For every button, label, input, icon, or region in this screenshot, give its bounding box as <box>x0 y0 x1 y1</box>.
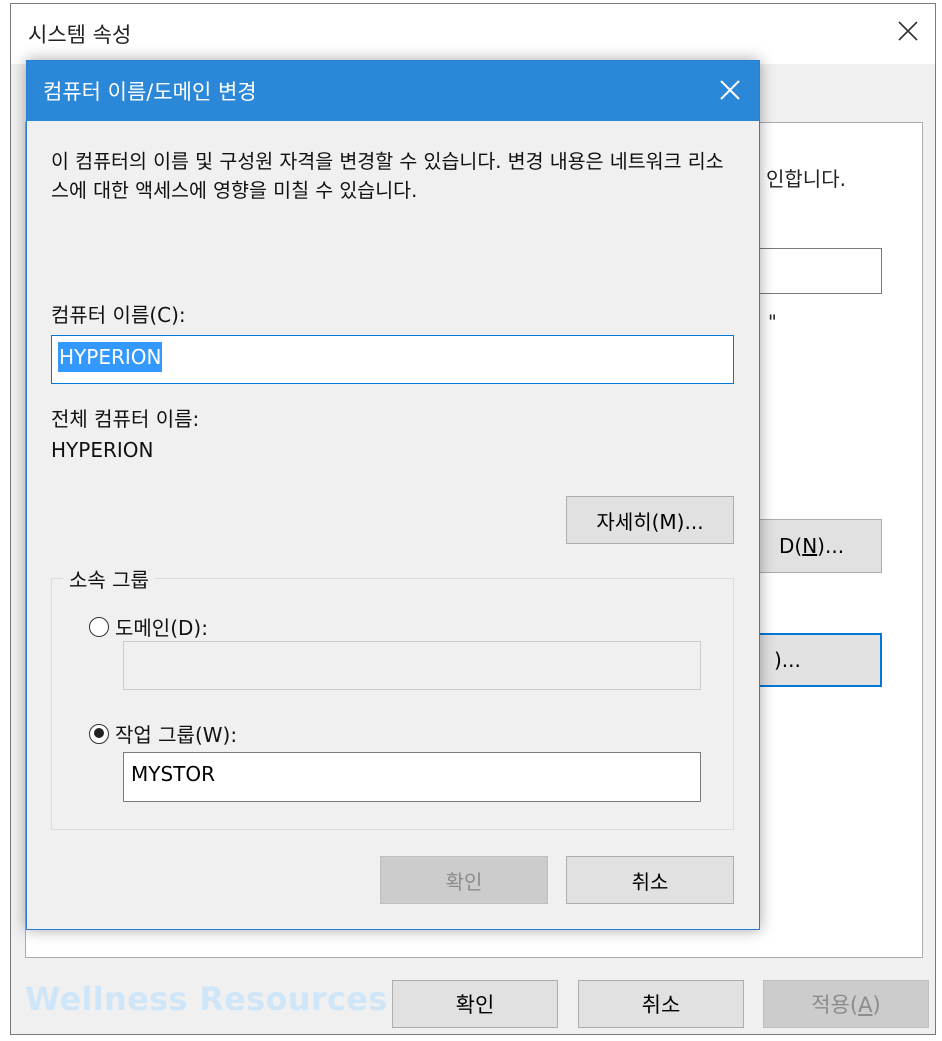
system-properties-title: 시스템 속성 <box>28 23 132 47</box>
dialog-description: 이 컴퓨터의 이름 및 구성원 자격을 변경할 수 있습니다. 변경 내용은 네… <box>51 150 724 202</box>
more-details-button[interactable]: 자세히(M)... <box>566 496 734 544</box>
close-icon[interactable] <box>717 77 743 103</box>
dialog-cancel-button[interactable]: 취소 <box>566 856 734 904</box>
example-text-fragment: " <box>768 311 777 333</box>
member-of-label: 소속 그룹 <box>63 564 155 593</box>
watermark-text: Wellness Resources <box>25 980 388 1018</box>
full-computer-name-value: HYPERION <box>51 438 154 462</box>
workgroup-radio-button[interactable] <box>89 723 109 744</box>
domain-input <box>123 641 701 690</box>
system-apply-button[interactable]: 적용(A) <box>763 980 929 1028</box>
workgroup-input[interactable]: MYSTOR <box>123 752 701 802</box>
domain-radio-button[interactable] <box>89 616 109 637</box>
domain-label: 도메인(D): <box>115 616 208 640</box>
domain-radio-option[interactable]: 도메인(D): <box>89 612 208 641</box>
computer-name-input[interactable]: HYPERION <box>51 335 734 384</box>
computer-name-label: 컴퓨터 이름(C): <box>51 303 186 327</box>
computer-name-change-dialog: 컴퓨터 이름/도메인 변경 이 컴퓨터의 이름 및 구성원 자격을 변경할 수 … <box>26 60 760 930</box>
full-computer-name-label: 전체 컴퓨터 이름: <box>51 407 200 431</box>
computer-name-value: HYPERION <box>58 342 163 372</box>
workgroup-radio-option[interactable]: 작업 그룹(W): <box>89 719 237 748</box>
dialog-title: 컴퓨터 이름/도메인 변경 <box>43 80 257 104</box>
system-cancel-button[interactable]: 취소 <box>578 980 744 1028</box>
panel-description-fragment: 인합니다. <box>766 167 846 191</box>
workgroup-value: MYSTOR <box>131 762 216 786</box>
dialog-titlebar: 컴퓨터 이름/도메인 변경 <box>27 61 759 121</box>
workgroup-label: 작업 그룹(W): <box>115 723 238 747</box>
change-button-label: )... <box>774 648 801 672</box>
system-ok-button[interactable]: 확인 <box>392 980 558 1028</box>
dialog-ok-button[interactable]: 확인 <box>380 856 548 904</box>
system-properties-titlebar: 시스템 속성 <box>11 4 935 64</box>
close-icon[interactable] <box>895 18 921 44</box>
